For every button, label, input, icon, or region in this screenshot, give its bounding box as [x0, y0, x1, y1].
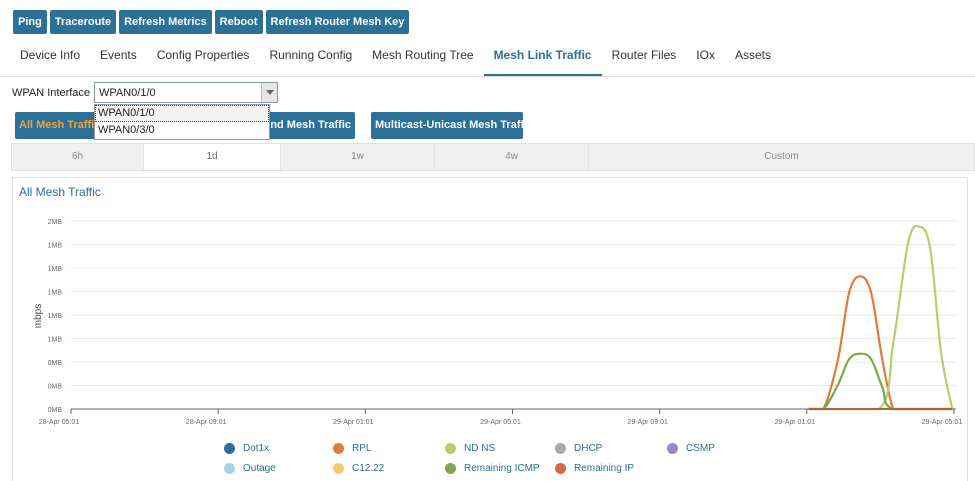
legend-label: C12.22 [352, 463, 385, 474]
legend-swatch [667, 443, 678, 454]
chart-title: All Mesh Traffic [19, 185, 101, 199]
tab-events[interactable]: Events [90, 38, 147, 76]
wpan-interface-select[interactable]: WPAN0/1/0 [94, 82, 278, 103]
range-custom[interactable]: Custom [589, 144, 974, 170]
legend-label: RPL [352, 443, 372, 454]
tab-router-files[interactable]: Router Files [602, 38, 687, 76]
legend-label: Remaining IP [574, 463, 635, 474]
legend-swatch [555, 443, 566, 454]
legend-swatch [224, 443, 235, 454]
traceroute-button[interactable]: Traceroute [49, 10, 117, 34]
legend-label: DHCP [574, 443, 603, 454]
wpan-option[interactable]: WPAN0/1/0 [95, 105, 269, 122]
chevron-down-icon[interactable] [261, 83, 277, 102]
reboot-button[interactable]: Reboot [214, 10, 263, 34]
wpan-option[interactable]: WPAN0/3/0 [95, 122, 269, 139]
range-6h[interactable]: 6h [12, 144, 144, 170]
multicast-unicast-mesh-traffic-button[interactable]: Multicast-Unicast Mesh Traffic [371, 112, 523, 139]
refresh-router-mesh-key-button[interactable]: Refresh Router Mesh Key [265, 10, 410, 34]
chart-panel: All Mesh Traffic [12, 177, 968, 481]
range-1w[interactable]: 1w [281, 144, 435, 170]
wpan-interface-label: WPAN Interface [12, 87, 91, 99]
range-4w[interactable]: 4w [435, 144, 589, 170]
ping-button[interactable]: Ping [13, 10, 47, 34]
legend-swatch [333, 443, 344, 454]
legend-label: CSMP [686, 443, 715, 454]
time-range-selector: 6h 1d 1w 4w Custom [11, 143, 975, 171]
tab-mesh-link-traffic[interactable]: Mesh Link Traffic [483, 38, 602, 76]
legend-label: Dot1x [243, 443, 270, 454]
legend-swatch [555, 463, 566, 474]
action-toolbar: Ping Traceroute Refresh Metrics Reboot R… [13, 10, 410, 34]
tab-device-info[interactable]: Device Info [10, 38, 90, 76]
tab-mesh-routing-tree[interactable]: Mesh Routing Tree [362, 38, 483, 76]
legend-swatch [445, 443, 456, 454]
legend-swatch [333, 463, 344, 474]
legend-item-nd-ns[interactable]: ND NS [445, 443, 495, 454]
tab-assets[interactable]: Assets [725, 38, 781, 76]
detail-tabs: Device Info Events Config Properties Run… [0, 38, 975, 77]
legend-item-remaining-ip[interactable]: Remaining IP [555, 463, 634, 474]
wpan-interface-dropdown: WPAN0/1/0 WPAN0/3/0 [94, 104, 270, 140]
refresh-metrics-button[interactable]: Refresh Metrics [119, 10, 212, 34]
legend-item-c1222[interactable]: C12.22 [333, 463, 384, 474]
legend-label: ND NS [464, 443, 496, 454]
legend-swatch [445, 463, 456, 474]
legend-item-outage[interactable]: Outage [224, 463, 276, 474]
legend-item-rpl[interactable]: RPL [333, 443, 371, 454]
legend-item-remaining-icmp[interactable]: Remaining ICMP [445, 463, 540, 474]
all-mesh-traffic-button[interactable]: All Mesh Traffic [15, 112, 105, 139]
range-1d[interactable]: 1d [144, 144, 281, 170]
wpan-selected-value: WPAN0/1/0 [99, 87, 156, 99]
legend-label: Remaining ICMP [464, 463, 540, 474]
legend-swatch [224, 463, 235, 474]
tab-running-config[interactable]: Running Config [259, 38, 362, 76]
legend-label: Outage [243, 463, 276, 474]
legend-item-dot1x[interactable]: Dot1x [224, 443, 269, 454]
legend-item-dhcp[interactable]: DHCP [555, 443, 602, 454]
legend-item-csmp[interactable]: CSMP [667, 443, 715, 454]
tab-iox[interactable]: IOx [686, 38, 725, 76]
tab-config-properties[interactable]: Config Properties [147, 38, 260, 76]
